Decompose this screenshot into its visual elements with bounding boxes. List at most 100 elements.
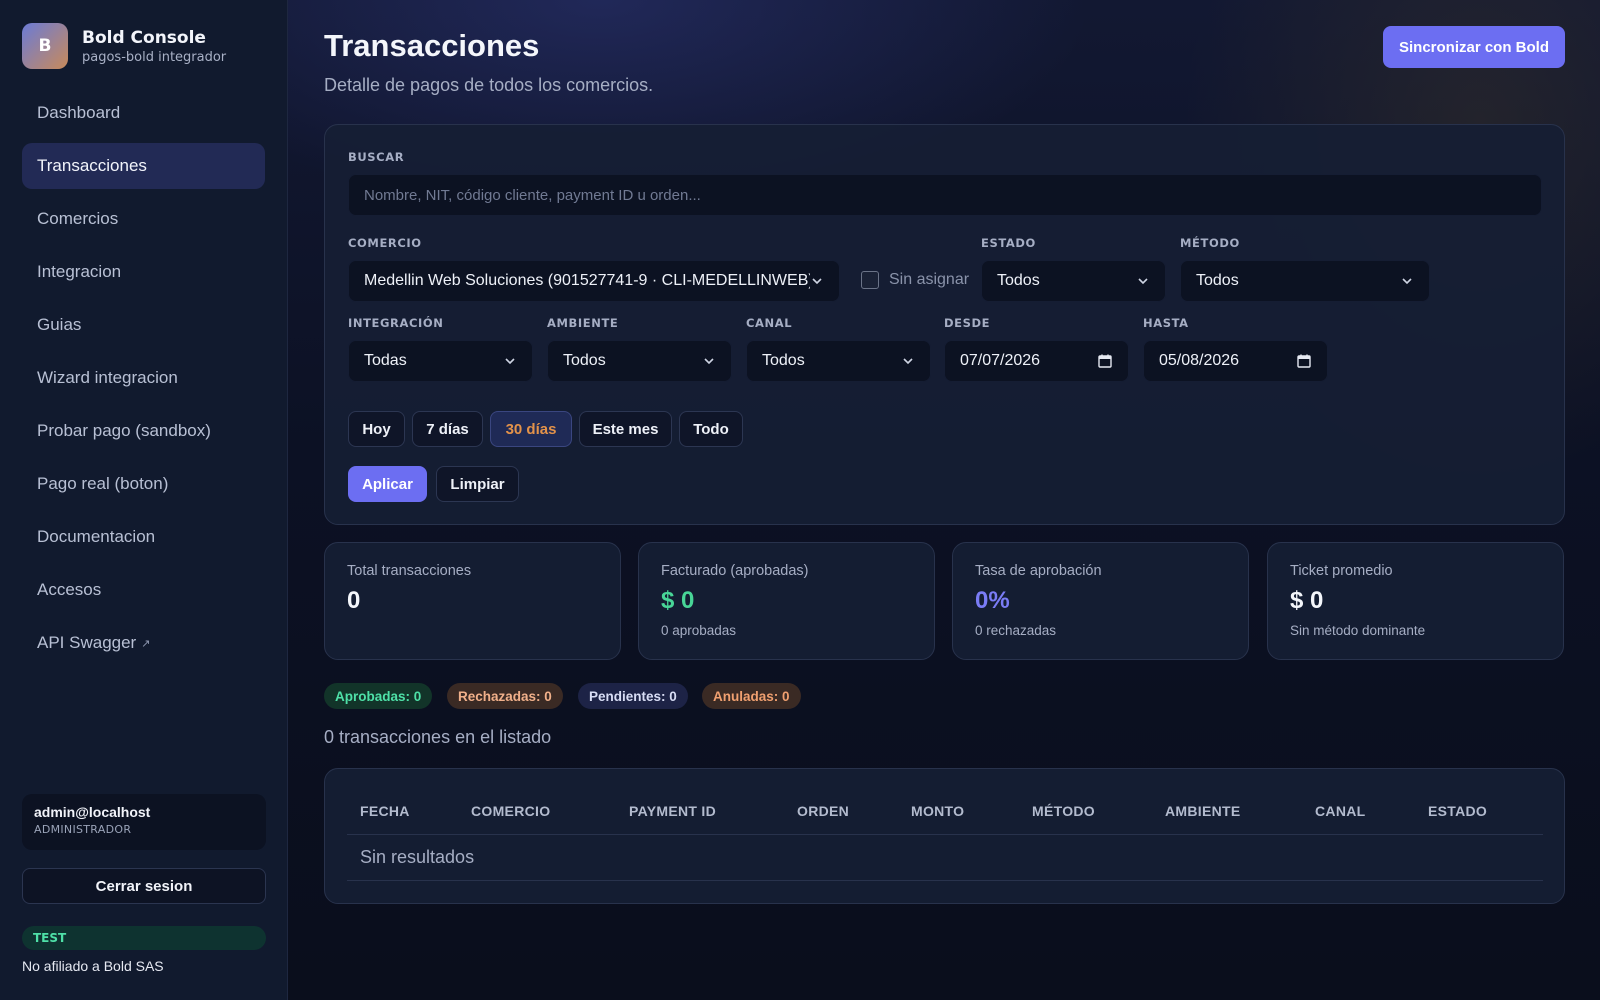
- stat-note: Sin método dominante: [1290, 623, 1426, 638]
- column-header-fecha[interactable]: FECHA: [360, 803, 410, 819]
- calendar-icon[interactable]: [1296, 353, 1312, 369]
- unassigned-toggle[interactable]: Sin asignar: [861, 271, 969, 289]
- sidebar-item-label: Dashboard: [37, 103, 121, 122]
- stat-card-ticket-promedio: Ticket promedio $ 0 Sin método dominante: [1267, 542, 1564, 660]
- sidebar-item-label: Accesos: [37, 580, 102, 599]
- brand-title: Bold Console: [82, 27, 206, 48]
- sidebar-item-label: Guias: [37, 315, 82, 334]
- range-7-dias-button[interactable]: 7 días: [412, 411, 483, 447]
- range-todo-button[interactable]: Todo: [679, 411, 743, 447]
- list-count: 0 transacciones en el listado: [324, 727, 552, 747]
- sidebar-item-pago-real[interactable]: Pago real (boton): [22, 461, 265, 507]
- table-divider: [347, 880, 1543, 881]
- hasta-value: 05/08/2026: [1159, 352, 1240, 369]
- chevron-down-icon: [505, 358, 515, 365]
- status-badge-anuladas: Anuladas: 0: [702, 683, 801, 709]
- range-este-mes-button[interactable]: Este mes: [579, 411, 672, 447]
- integracion-label: INTEGRACIÓN: [348, 316, 444, 330]
- comercio-label: COMERCIO: [348, 236, 422, 250]
- ambiente-select[interactable]: Todos: [547, 340, 732, 382]
- page-title: Transacciones: [324, 28, 540, 63]
- sidebar-item-wizard[interactable]: Wizard integracion: [22, 355, 265, 401]
- brand-logo: B: [22, 23, 68, 69]
- sidebar-item-api-swagger[interactable]: API Swagger ↗: [22, 620, 265, 666]
- sidebar-item-label: Wizard integracion: [37, 368, 178, 387]
- desde-label: DESDE: [944, 316, 991, 330]
- stat-label: Ticket promedio: [1290, 563, 1393, 579]
- sidebar-item-label: Integracion: [37, 262, 122, 281]
- hasta-label: HASTA: [1143, 316, 1189, 330]
- logout-button[interactable]: Cerrar sesion: [22, 868, 266, 904]
- metodo-label: MÉTODO: [1180, 236, 1240, 250]
- brand-subtitle: pagos-bold integrador: [82, 49, 227, 65]
- sidebar-item-label: Pago real (boton): [37, 474, 169, 493]
- brand[interactable]: B Bold Console pagos-bold integrador: [22, 22, 265, 70]
- sync-button[interactable]: Sincronizar con Bold: [1383, 26, 1565, 68]
- column-header-monto[interactable]: MONTO: [911, 803, 964, 819]
- stat-value: $ 0: [1290, 587, 1324, 614]
- metodo-select[interactable]: Todos: [1180, 260, 1430, 302]
- empty-state: Sin resultados: [360, 847, 475, 867]
- stat-label: Tasa de aprobación: [975, 563, 1102, 579]
- comercio-select[interactable]: Medellin Web Soluciones (901527741-9 · C…: [348, 260, 840, 302]
- sidebar-item-comercios[interactable]: Comercios: [22, 196, 265, 242]
- sidebar-item-sandbox[interactable]: Probar pago (sandbox): [22, 408, 265, 454]
- estado-label: ESTADO: [981, 236, 1036, 250]
- hasta-date-input[interactable]: 05/08/2026: [1143, 340, 1328, 382]
- sidebar-item-label: Comercios: [37, 209, 119, 228]
- sidebar-item-documentacion[interactable]: Documentacion: [22, 514, 265, 560]
- stat-note: 0 aprobadas: [661, 623, 737, 638]
- disclaimer-text: No afiliado a Bold SAS: [22, 958, 164, 974]
- calendar-icon[interactable]: [1097, 353, 1113, 369]
- range-30-dias-button[interactable]: 30 días: [490, 411, 572, 447]
- chevron-down-icon: [1402, 278, 1412, 285]
- sidebar-nav: Dashboard Transacciones Comercios Integr…: [22, 90, 265, 666]
- sidebar-item-transacciones[interactable]: Transacciones: [22, 143, 265, 189]
- sidebar-item-label: Probar pago (sandbox): [37, 421, 211, 440]
- range-hoy-button[interactable]: Hoy: [348, 411, 405, 447]
- canal-value: Todos: [762, 352, 805, 369]
- filters-panel: BUSCAR Nombre, NIT, código cliente, paym…: [324, 124, 1565, 525]
- sidebar-item-dashboard[interactable]: Dashboard: [22, 90, 265, 136]
- sidebar-item-integracion[interactable]: Integracion: [22, 249, 265, 295]
- column-header-metodo[interactable]: MÉTODO: [1032, 803, 1095, 819]
- column-header-estado[interactable]: ESTADO: [1428, 803, 1487, 819]
- stat-label: Total transacciones: [347, 563, 472, 579]
- status-badge-rechazadas: Rechazadas: 0: [447, 683, 563, 709]
- sidebar-item-label: Transacciones: [37, 156, 147, 175]
- integracion-select[interactable]: Todas: [348, 340, 533, 382]
- unassigned-checkbox[interactable]: [861, 271, 879, 289]
- column-header-ambiente[interactable]: AMBIENTE: [1165, 803, 1241, 819]
- clear-button[interactable]: Limpiar: [436, 466, 519, 502]
- column-header-canal[interactable]: CANAL: [1315, 803, 1366, 819]
- column-header-orden[interactable]: ORDEN: [797, 803, 849, 819]
- search-label: BUSCAR: [348, 150, 405, 164]
- canal-select[interactable]: Todos: [746, 340, 931, 382]
- sidebar: B Bold Console pagos-bold integrador Das…: [0, 0, 288, 1000]
- column-header-comercio[interactable]: COMERCIO: [471, 803, 550, 819]
- status-badge-aprobadas: Aprobadas: 0: [324, 683, 433, 709]
- integracion-value: Todas: [364, 352, 407, 369]
- desde-date-input[interactable]: 07/07/2026: [944, 340, 1129, 382]
- transactions-table: FECHA COMERCIO PAYMENT ID ORDEN MONTO MÉ…: [324, 768, 1565, 904]
- search-input[interactable]: Nombre, NIT, código cliente, payment ID …: [348, 174, 1542, 216]
- status-badge-pendientes: Pendientes: 0: [578, 683, 688, 709]
- stat-value: 0%: [975, 587, 1010, 614]
- apply-button[interactable]: Aplicar: [348, 466, 427, 502]
- stat-value: $ 0: [661, 587, 695, 614]
- metodo-value: Todos: [1196, 272, 1239, 289]
- estado-select[interactable]: Todos: [981, 260, 1166, 302]
- stat-card-facturado: Facturado (aprobadas) $ 0 0 aprobadas: [638, 542, 935, 660]
- table-divider: [347, 834, 1543, 835]
- column-header-payment-id[interactable]: PAYMENT ID: [629, 803, 716, 819]
- desde-value: 07/07/2026: [960, 352, 1041, 369]
- chevron-down-icon: [704, 358, 714, 365]
- stat-card-total: Total transacciones 0: [324, 542, 621, 660]
- sidebar-item-guias[interactable]: Guias: [22, 302, 265, 348]
- chevron-down-icon: [812, 278, 822, 285]
- stat-card-tasa-aprobacion: Tasa de aprobación 0% 0 rechazadas: [952, 542, 1249, 660]
- sidebar-item-accesos[interactable]: Accesos: [22, 567, 265, 613]
- estado-value: Todos: [997, 272, 1040, 289]
- stat-value: 0: [347, 587, 361, 614]
- sidebar-item-label: Documentacion: [37, 527, 156, 546]
